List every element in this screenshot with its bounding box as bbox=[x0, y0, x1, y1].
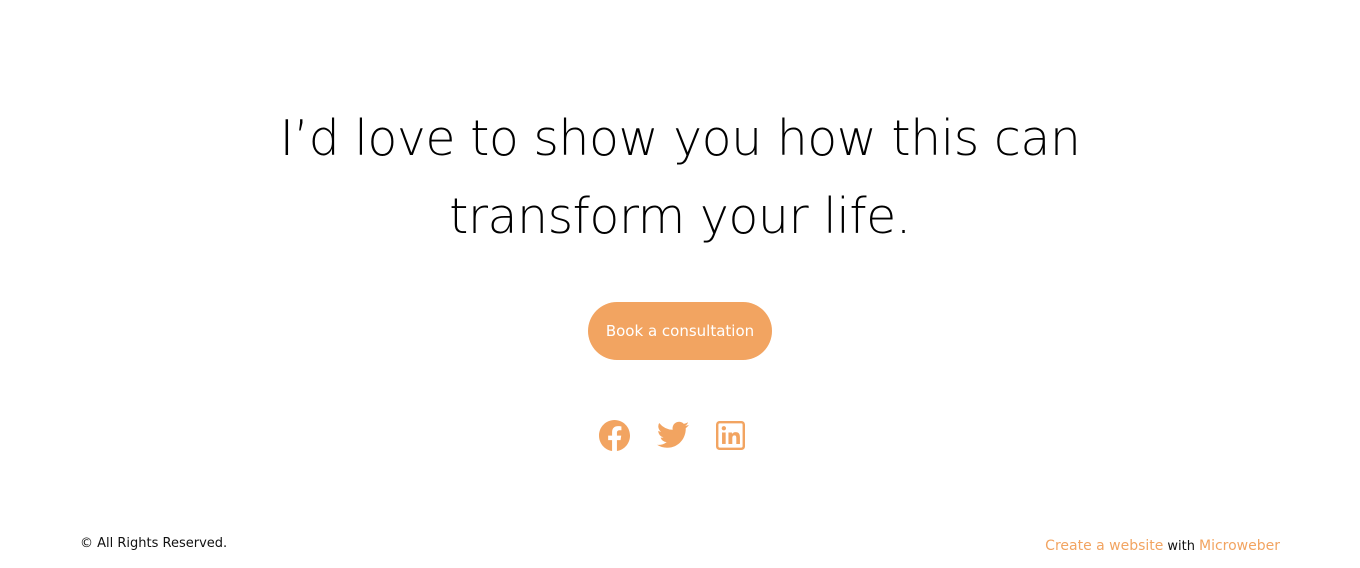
facebook-icon bbox=[599, 419, 630, 451]
linkedin-icon bbox=[716, 420, 745, 450]
microweber-link[interactable]: Microweber bbox=[1199, 538, 1280, 554]
twitter-icon bbox=[656, 421, 689, 449]
book-consultation-button[interactable]: Book a consultation bbox=[588, 302, 772, 360]
hero-headline-line2: transform your life. bbox=[449, 188, 911, 245]
credit-with-text: with bbox=[1167, 539, 1195, 554]
hero-headline: I’d love to show you how this can transf… bbox=[0, 100, 1360, 256]
linkedin-link[interactable] bbox=[715, 419, 746, 451]
social-links bbox=[599, 419, 746, 451]
copyright-text: © All Rights Reserved. bbox=[80, 536, 228, 551]
create-website-link[interactable]: Create a website bbox=[1045, 538, 1163, 554]
hero-headline-line1: I’d love to show you how this can bbox=[279, 110, 1081, 167]
facebook-link[interactable] bbox=[599, 419, 630, 451]
footer-credit: Create a website with Microweber bbox=[1045, 538, 1280, 554]
twitter-link[interactable] bbox=[656, 419, 689, 451]
page: I’d love to show you how this can transf… bbox=[0, 0, 1360, 568]
